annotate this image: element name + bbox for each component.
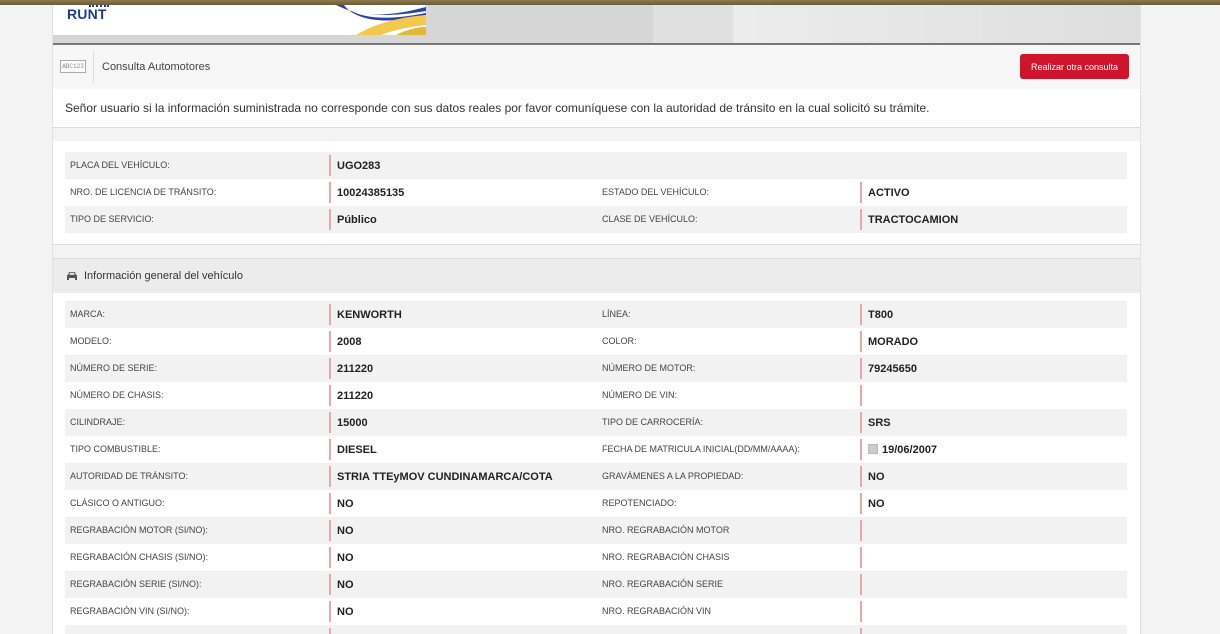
field-value xyxy=(860,385,868,406)
logo-text: RUNT xyxy=(67,6,107,22)
field-label: NÚMERO DE VIN: xyxy=(602,390,678,400)
title-divider xyxy=(93,51,94,83)
notice-text: Señor usuario si la información suminist… xyxy=(65,101,930,115)
field-value: 211220 xyxy=(329,385,373,406)
field-value: 79245650 xyxy=(860,358,917,379)
table-row: MARCA: KENWORTH LÍNEA: T800 xyxy=(65,301,1127,328)
field-value: 211220 xyxy=(329,358,373,379)
user-notice: Señor usuario si la información suminist… xyxy=(53,89,1140,128)
table-row xyxy=(65,625,1127,634)
field-value: KENWORTH xyxy=(329,304,402,325)
field-label: COLOR: xyxy=(602,336,637,346)
field-value: 15000 xyxy=(329,412,368,433)
field-value: MORADO xyxy=(860,331,918,352)
field-value: TRACTOCAMION xyxy=(860,209,958,230)
registration-date: 19/06/2007 xyxy=(882,444,938,456)
field-value: DIESEL xyxy=(329,439,377,460)
field-label: CLÁSICO O ANTIGUO: xyxy=(70,498,165,508)
field-label: TIPO COMBUSTIBLE: xyxy=(70,444,161,454)
field-label: FECHA DE MATRICULA INICIAL(DD/MM/AAAA): xyxy=(602,444,800,454)
field-label: NRO. REGRABACIÓN CHASIS xyxy=(602,552,730,562)
table-row: TIPO COMBUSTIBLE: DIESEL FECHA DE MATRIC… xyxy=(65,436,1127,463)
field-value-date: 19/06/2007 xyxy=(860,439,937,460)
banner-shade-right xyxy=(733,5,1140,43)
field-label: PLACA DEL VEHÍCULO: xyxy=(70,160,170,170)
table-row: REGRABACIÓN CHASIS (SI/NO): NO NRO. REGR… xyxy=(65,544,1127,571)
field-label: MODELO: xyxy=(70,336,112,346)
field-label: CILINDRAJE: xyxy=(70,417,126,427)
table-row: NÚMERO DE CHASIS: 211220 NÚMERO DE VIN: xyxy=(65,382,1127,409)
field-value: 10024385135 xyxy=(329,182,404,203)
runt-logo: RUNT xyxy=(53,5,426,35)
license-plate-icon: ABC123 xyxy=(60,60,86,73)
field-label: REGRABACIÓN CHASIS (SI/NO): xyxy=(70,552,209,562)
field-label: NÚMERO DE MOTOR: xyxy=(602,363,696,373)
field-label: NÚMERO DE SERIE: xyxy=(70,363,158,373)
table-row: REGRABACIÓN MOTOR (SI/NO): NO NRO. REGRA… xyxy=(65,517,1127,544)
logo-waves-graphic xyxy=(336,5,426,35)
field-label: TIPO DE SERVICIO: xyxy=(70,214,154,224)
banner-shade xyxy=(653,5,733,43)
table-row: AUTORIDAD DE TRÁNSITO: STRIA TTEyMOV CUN… xyxy=(65,463,1127,490)
field-label: TIPO DE CARROCERÍA: xyxy=(602,417,704,427)
field-value: UGO283 xyxy=(329,155,380,176)
field-value: 2008 xyxy=(329,331,361,352)
field-label: REGRABACIÓN VIN (SI/NO): xyxy=(70,606,190,616)
field-value xyxy=(860,574,868,595)
field-value xyxy=(329,628,337,634)
field-label: NRO. REGRABACIÓN SERIE xyxy=(602,579,724,589)
field-label: NRO. REGRABACIÓN MOTOR xyxy=(602,525,730,535)
table-row: REGRABACIÓN SERIE (SI/NO): NO NRO. REGRA… xyxy=(65,571,1127,598)
car-icon xyxy=(67,272,77,280)
field-label: GRAVÁMENES A LA PROPIEDAD: xyxy=(602,471,744,481)
field-value: T800 xyxy=(860,304,893,325)
page-container: RUNT ABC123 Consulta Automotores Realiza… xyxy=(52,5,1141,634)
field-value: Público xyxy=(329,209,377,230)
field-label: REPOTENCIADO: xyxy=(602,498,677,508)
field-value: NO xyxy=(329,493,354,514)
field-label: LÍNEA: xyxy=(602,309,631,319)
new-query-button[interactable]: Realizar otra consulta xyxy=(1020,54,1129,79)
calendar-icon xyxy=(868,444,878,454)
field-label: REGRABACIÓN MOTOR (SI/NO): xyxy=(70,525,208,535)
summary-table: PLACA DEL VEHÍCULO: UGO283 NRO. DE LICEN… xyxy=(65,152,1127,233)
field-value: ACTIVO xyxy=(860,182,910,203)
field-label: ESTADO DEL VEHÍCULO: xyxy=(602,187,710,197)
section-title: Información general del vehículo xyxy=(84,270,243,282)
field-label: CLASE DE VEHÍCULO: xyxy=(602,214,698,224)
page-title: Consulta Automotores xyxy=(102,61,211,73)
table-row: NRO. DE LICENCIA DE TRÁNSITO: 1002438513… xyxy=(65,179,1127,206)
field-value xyxy=(860,520,868,541)
table-row: PLACA DEL VEHÍCULO: UGO283 xyxy=(65,152,1127,179)
table-row: TIPO DE SERVICIO: Público CLASE DE VEHÍC… xyxy=(65,206,1127,233)
field-value xyxy=(860,547,868,568)
table-row: NÚMERO DE SERIE: 211220 NÚMERO DE MOTOR:… xyxy=(65,355,1127,382)
field-value: NO xyxy=(329,574,354,595)
field-value: NO xyxy=(329,520,354,541)
table-row: MODELO: 2008 COLOR: MORADO xyxy=(65,328,1127,355)
table-row: CLÁSICO O ANTIGUO: NO REPOTENCIADO: NO xyxy=(65,490,1127,517)
field-value: NO xyxy=(860,493,885,514)
section-header-general: Información general del vehículo xyxy=(53,258,1140,294)
table-row: REGRABACIÓN VIN (SI/NO): NO NRO. REGRABA… xyxy=(65,598,1127,625)
field-value xyxy=(860,628,868,634)
field-label: NRO. REGRABACIÓN VIN xyxy=(602,606,712,616)
field-value: NO xyxy=(329,547,354,568)
field-value: STRIA TTEyMOV CUNDINAMARCA/COTA xyxy=(329,466,553,487)
field-value xyxy=(860,601,868,622)
spacer xyxy=(53,245,1140,258)
field-value: NO xyxy=(860,466,885,487)
field-label: NRO. DE LICENCIA DE TRÁNSITO: xyxy=(70,187,217,197)
field-label: NÚMERO DE CHASIS: xyxy=(70,390,164,400)
field-label: AUTORIDAD DE TRÁNSITO: xyxy=(70,471,189,481)
field-value: SRS xyxy=(860,412,891,433)
spacer xyxy=(53,128,1140,142)
general-info-table: MARCA: KENWORTH LÍNEA: T800 MODELO: 2008… xyxy=(65,301,1127,634)
field-label: REGRABACIÓN SERIE (SI/NO): xyxy=(70,579,202,589)
header-banner: RUNT xyxy=(53,5,1140,45)
field-label: MARCA: xyxy=(70,309,106,319)
title-bar: ABC123 Consulta Automotores Realizar otr… xyxy=(53,45,1140,90)
table-row: CILINDRAJE: 15000 TIPO DE CARROCERÍA: SR… xyxy=(65,409,1127,436)
field-value: NO xyxy=(329,601,354,622)
